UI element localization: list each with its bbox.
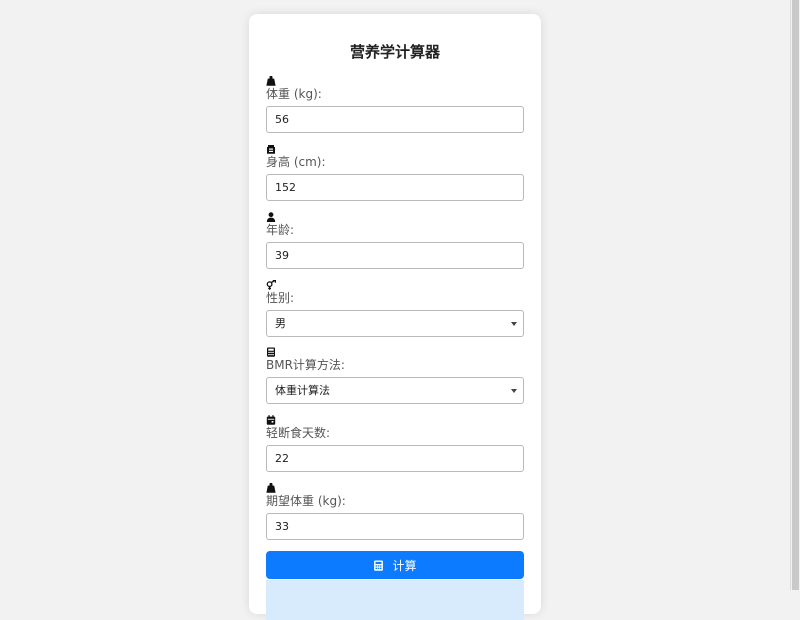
result-panel [266,580,524,620]
chevron-down-icon [511,389,517,393]
gender-icon [266,280,276,290]
user-icon [266,212,276,222]
height-label: 身高 (cm): [266,155,326,169]
age-input[interactable]: 39 [266,242,524,269]
bmr-method-label: BMR计算方法: [266,358,345,372]
bmr-method-select[interactable]: 体重计算法 [266,377,524,404]
scrollbar-track[interactable] [790,0,800,590]
chevron-down-icon [511,322,517,326]
calculator-icon [266,347,276,357]
target-weight-field-group: 期望体重 (kg): 33 [266,483,524,540]
fasting-days-label: 轻断食天数: [266,426,331,440]
scrollbar-thumb[interactable] [792,0,799,590]
bmr-method-select-value: 体重计算法 [275,384,330,397]
height-field-group: 身高 (cm): 152 [266,144,524,201]
calculate-button[interactable]: 计算 [266,551,524,579]
height-input[interactable]: 152 [266,174,524,201]
height-icon [266,144,276,154]
gender-select[interactable]: 男 [266,310,524,337]
weight-icon [266,483,276,493]
calendar-icon [266,415,276,425]
weight-field-group: 体重 (kg): 56 [266,76,524,133]
fasting-days-input[interactable]: 22 [266,445,524,472]
calculator-icon [373,560,384,571]
target-weight-input[interactable]: 33 [266,513,524,540]
weight-label: 体重 (kg): [266,87,322,101]
calculate-button-label: 计算 [392,558,417,573]
gender-field-group: 性别: 男 [266,280,524,337]
weight-icon [266,76,276,86]
gender-select-value: 男 [275,317,286,330]
page-title: 营养学计算器 [349,43,440,61]
weight-input[interactable]: 56 [266,106,524,133]
calculator-card: 营养学计算器 体重 (kg): 56 身高 (cm): 152 年龄: 39 性… [249,14,541,620]
age-label: 年龄: [266,223,295,237]
gender-label: 性别: [266,291,295,305]
bmr-method-field-group: BMR计算方法: 体重计算法 [266,347,524,404]
fasting-days-field-group: 轻断食天数: 22 [266,415,524,472]
age-field-group: 年龄: 39 [266,212,524,269]
target-weight-label: 期望体重 (kg): [266,494,346,508]
